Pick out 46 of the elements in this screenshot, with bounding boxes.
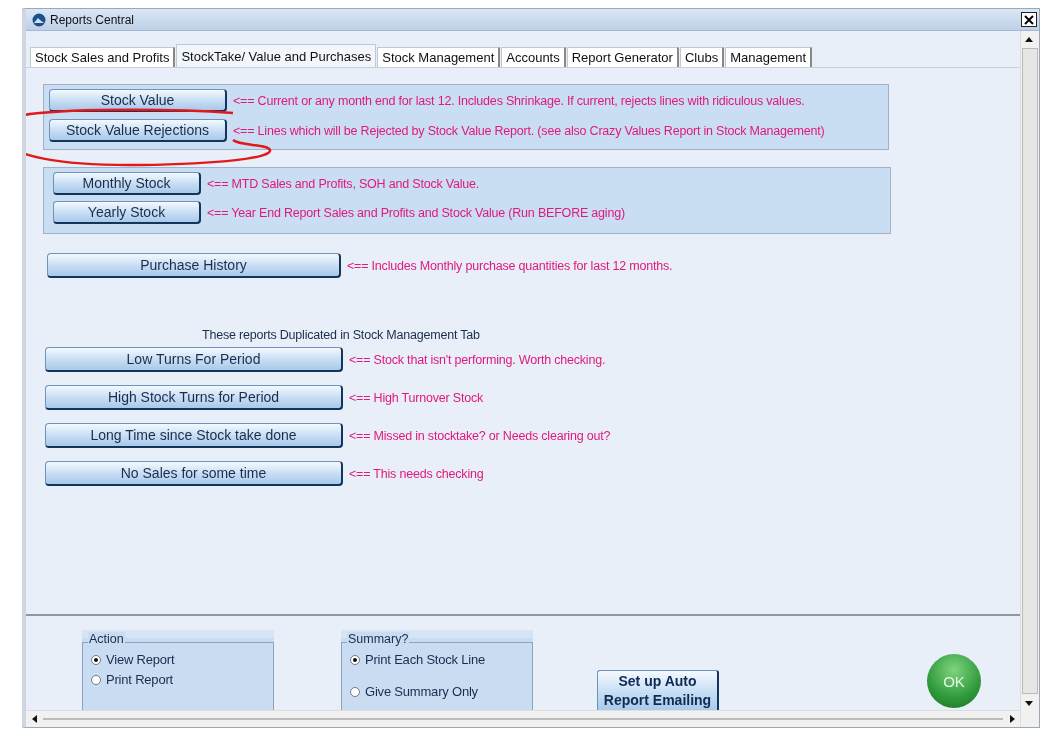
report-description: <== Year End Report Sales and Profits and Stock Value (Run BEFORE aging) [207, 205, 625, 220]
report-description: <== High Turnover Stock [349, 390, 484, 405]
left-arrow-icon [31, 715, 37, 723]
radio-button[interactable] [91, 674, 101, 685]
tab[interactable]: Stock Management [377, 47, 501, 67]
report-description: <== Missed in stocktake? or Needs clearing out? [349, 428, 611, 443]
tab[interactable]: Stock Sales and Profits [30, 47, 176, 67]
report-description: <== Includes Monthly purchase quantities for last 12 months. [347, 258, 673, 273]
down-arrow-icon [1025, 700, 1033, 706]
group-title: Action [88, 632, 125, 646]
horizontal-scrollbar[interactable] [26, 710, 1020, 727]
radio-button[interactable] [91, 654, 101, 665]
report-button[interactable]: Monthly Stock [53, 172, 201, 195]
report-button[interactable]: High Stock Turns for Period [45, 385, 343, 410]
tab[interactable]: Accounts [501, 47, 566, 67]
report-description: <== This needs checking [349, 466, 484, 481]
section-heading: These reports Duplicated in Stock Management Tab [202, 328, 481, 342]
email-setup-button[interactable]: Set up Auto Report Emailing [597, 670, 719, 710]
radio-label[interactable]: Print Report [106, 672, 173, 687]
report-description: <== Lines which will be Rejected by Stock Value Report. (see also Crazy Values Report in Stock Management) [233, 123, 825, 138]
group-title: Summary? [347, 632, 410, 646]
radio-label[interactable]: View Report [106, 652, 175, 667]
radio-label[interactable]: Give Summary Only [365, 684, 478, 699]
close-button[interactable] [1021, 12, 1037, 27]
tab[interactable]: Report Generator [566, 47, 679, 67]
radio-button[interactable] [350, 654, 360, 665]
report-button[interactable]: Stock Value Rejections [49, 119, 227, 142]
up-arrow-icon [1025, 36, 1033, 42]
report-button[interactable]: Long Time since Stock take done [45, 423, 343, 448]
tab[interactable]: Clubs [679, 47, 725, 67]
report-description: <== Stock that isn't performing. Worth checking. [349, 352, 606, 367]
report-description: <== Current or any month end for last 12. Includes Shrinkage. If current, rejects lines with ridiculous values. [233, 93, 805, 108]
close-icon [1024, 14, 1034, 25]
report-button[interactable]: Purchase History [47, 253, 341, 278]
window-title: Reports Central [50, 12, 135, 27]
report-button[interactable]: No Sales for some time [45, 461, 343, 486]
tab[interactable]: StockTake/ Value and Purchases [176, 44, 377, 67]
report-description: <== MTD Sales and Profits, SOH and Stock Value. [207, 176, 480, 191]
report-button[interactable]: Yearly Stock [53, 201, 201, 224]
report-button[interactable]: Stock Value [49, 89, 227, 112]
report-button[interactable]: Low Turns For Period [45, 347, 343, 372]
right-arrow-icon [1009, 715, 1015, 723]
app-icon [32, 12, 46, 27]
tab[interactable]: Management [725, 47, 813, 67]
radio-label[interactable]: Print Each Stock Line [365, 652, 486, 667]
radio-button[interactable] [350, 686, 360, 697]
